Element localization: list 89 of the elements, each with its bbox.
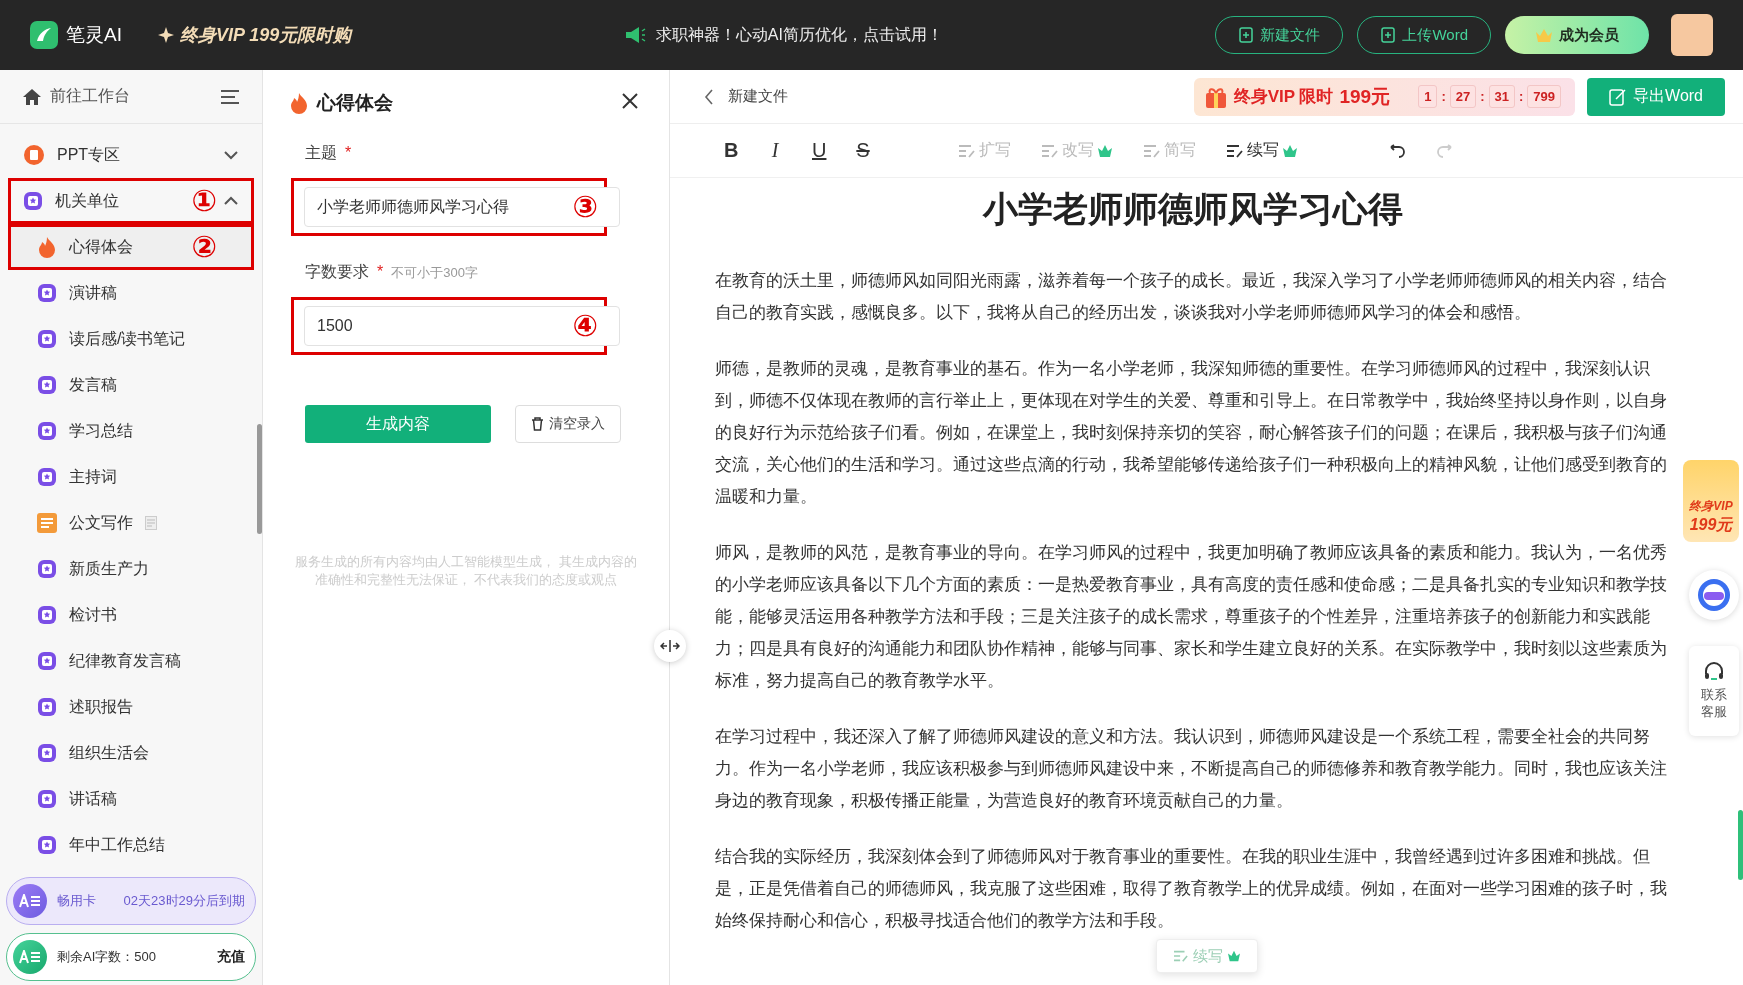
member-button[interactable]: 成为会员 bbox=[1505, 16, 1649, 54]
field-label: 主题 bbox=[305, 143, 337, 163]
slides-icon bbox=[23, 144, 45, 166]
sidebar-item[interactable]: 述职报告 bbox=[8, 684, 254, 730]
clear-button[interactable]: 清空录入 bbox=[515, 405, 621, 443]
format-button[interactable]: B bbox=[718, 135, 744, 166]
sidebar-item[interactable]: 组织生活会 bbox=[8, 730, 254, 776]
callout-number: ④ bbox=[572, 311, 598, 341]
vip-price: 199元 bbox=[1339, 84, 1391, 109]
paragraph: 师风，是教师的风范，是教育事业的导向。在学习师风的过程中，我更加明确了教师应该具备的素质和能力。我认为，一名优秀的小学老师应该具备以下几个方面的素质：一是热爱教育事业，具有高度的责任感和使命感；二是具备扎实的专业知识和教学技能，能够灵活运用各种教学方法和手段；三是关注孩子的成长需求，尊重孩子的个性差异，注重培养孩子的创新能力和实践能力；四是具有良好的沟通能力和团队协作精神，能够与同事、家长和学生建立良好的关系。在实际教学中，我时刻以这些素质为标准，努力提高自己的教育教学水平。 bbox=[715, 542, 1668, 692]
countdown-digit: 1 bbox=[1418, 85, 1438, 108]
megaphone-icon bbox=[623, 25, 646, 45]
pen-lines-icon bbox=[1143, 142, 1161, 159]
crown-icon bbox=[1226, 950, 1241, 962]
back-icon bbox=[704, 88, 714, 105]
document-icon bbox=[37, 513, 57, 533]
sidebar-item[interactable]: 学习总结 bbox=[8, 408, 254, 454]
sidebar-item[interactable]: 读后感/读书笔记 bbox=[8, 316, 254, 362]
sidebar-item[interactable]: 发言稿 bbox=[8, 362, 254, 408]
field-hint: 不可小于300字 bbox=[391, 264, 478, 282]
document-icon bbox=[145, 516, 157, 530]
format-button[interactable]: I bbox=[762, 135, 788, 166]
trash-icon bbox=[531, 417, 544, 431]
vip-banner[interactable]: 终身VIP 限时 199元 1 : 27 : 31 : 799 bbox=[1193, 77, 1576, 116]
paragraph: 在学习过程中，我还深入了解了师德师风建设的意义和方法。我认识到，师德师风建设是一个系统工程，需要全社会的共同努力。作为一名小学老师，我应该积极参与到师德师风建设中来，不断提高自己的师德修养和教育教学能力。同时，我也应该关注身边的教育现象，积极传播正能量，为营造良好的教育环境贡献自己的力量。 bbox=[715, 726, 1668, 812]
quota-icon bbox=[13, 940, 47, 974]
back-link[interactable]: 新建文件 bbox=[698, 86, 794, 107]
crown-icon bbox=[1535, 28, 1553, 42]
document-title: 小学老师师德师风学习心得 bbox=[981, 188, 1404, 230]
home-icon bbox=[22, 87, 42, 106]
scrollbar[interactable] bbox=[257, 424, 262, 534]
membership-card[interactable]: 畅用卡 02天23时29分后到期 bbox=[6, 877, 256, 925]
callout-number: ① bbox=[191, 186, 217, 216]
logo-text: 笔灵AI bbox=[66, 23, 122, 47]
export-icon bbox=[1609, 87, 1628, 106]
sidebar-item[interactable]: 演讲稿 bbox=[8, 270, 254, 316]
logo-icon bbox=[30, 21, 58, 49]
callout-number: ③ bbox=[572, 192, 598, 222]
sidebar-item[interactable]: 讲话稿 bbox=[8, 776, 254, 822]
sidebar-section[interactable]: 机关单位 ① bbox=[8, 178, 254, 224]
file-plus-icon bbox=[1238, 27, 1255, 43]
callout-number: ② bbox=[191, 232, 217, 262]
card-expiry: 02天23时29分后到期 bbox=[123, 892, 245, 910]
sidebar-item[interactable]: 公文写作 bbox=[8, 500, 254, 546]
pen-lines-icon bbox=[958, 142, 976, 159]
chevron-icon[interactable] bbox=[223, 196, 239, 206]
quota-text: 剩余AI字数：500 bbox=[57, 948, 156, 966]
sidebar-item[interactable]: 年中工作总结 bbox=[8, 822, 254, 868]
countdown-digit: 27 bbox=[1449, 85, 1477, 108]
paragraph: 师德，是教师的灵魂，是教育事业的基石。作为一名小学老师，我深知师德的重要性。在学习师德师风的过程中，我深刻认识到，师德不仅体现在教师的言行举止上，更体现在对学生的关爱、尊重和引导上。在日常教学中，我始终坚持以身作则，以自身的良好行为示范给孩子们看。例如，在课堂上，我时刻保持亲切的笑容，耐心解答孩子们的问题；在课后，我积极与孩子们沟通交流，关心他们的生活和学习。通过这些点滴的行动，我希望能够传递给孩子们一种积极向上的精神风貌，让他们感受到教育的温暖和力量。 bbox=[715, 358, 1668, 508]
sidebar-item[interactable]: 新质生产力 bbox=[8, 546, 254, 592]
countdown-digit: 31 bbox=[1488, 85, 1515, 108]
required-mark: * bbox=[345, 144, 352, 162]
support-button[interactable]: 联系客服 bbox=[1689, 646, 1739, 736]
countdown-separator: : bbox=[1480, 89, 1485, 104]
card-icon bbox=[13, 884, 47, 918]
sparkle-icon bbox=[157, 27, 174, 43]
paragraph: 在教育的沃土里，师德师风如同阳光雨露，滋养着每一个孩子的成长。最近，我深入学习了小学老师师德师风的相关内容，结合自己的教育实践，感慨良多。以下，我将从自己的经历出发，谈谈我对小学老师师德师风学习的体会和感悟。 bbox=[715, 270, 1668, 324]
panel-title: 心得体会 bbox=[317, 90, 393, 115]
paragraph: 结合我的实际经历，我深刻体会到了师德师风对于教育事业的重要性。在我的职业生涯中，我曾经遇到过许多困难和挑战。但是，正是凭借着自己的师德师风，我克服了这些困难，取得了教育教学上的优异成绩。例如，在面对一些学习困难的孩子时，我始终保持耐心和信心，积极寻找适合他们的教学方法和手段。 bbox=[715, 846, 1668, 932]
pen-lines-icon bbox=[1172, 949, 1189, 963]
pen-lines-icon bbox=[1041, 142, 1059, 159]
card-name: 畅用卡 bbox=[57, 892, 96, 910]
countdown-separator: : bbox=[1519, 89, 1524, 104]
menu-icon[interactable] bbox=[220, 88, 240, 105]
chevron-icon[interactable] bbox=[223, 150, 239, 160]
vip-text: 终身VIP 限时 bbox=[1233, 86, 1334, 108]
flame-icon bbox=[37, 236, 57, 258]
required-mark: * bbox=[377, 263, 384, 281]
pen-lines-icon bbox=[1226, 142, 1244, 159]
notice-text[interactable]: 求职神器！心动AI简历优化，点击试用！ bbox=[655, 24, 943, 46]
countdown-separator: : bbox=[1441, 89, 1446, 104]
file-plus-icon bbox=[1380, 27, 1397, 43]
home-link[interactable]: 前往工作台 bbox=[50, 86, 130, 107]
format-button[interactable]: U bbox=[806, 135, 832, 166]
flame-icon bbox=[289, 91, 309, 114]
scrollbar[interactable] bbox=[1738, 810, 1743, 880]
sidebar-item[interactable]: 主持词 bbox=[8, 454, 254, 500]
sidebar-section[interactable]: PPT专区 bbox=[8, 132, 254, 178]
resize-handle[interactable] bbox=[654, 630, 686, 662]
countdown-digit: 799 bbox=[1527, 85, 1562, 108]
sidebar-item[interactable]: 心得体会 ② bbox=[8, 224, 254, 270]
format-button[interactable]: S bbox=[850, 135, 876, 166]
tool-button[interactable]: 续写 bbox=[1220, 140, 1304, 161]
sidebar-item[interactable]: 纪律教育发言稿 bbox=[8, 638, 254, 684]
field-label: 字数要求 bbox=[305, 262, 369, 282]
promo-text[interactable]: 终身VIP 199元限时购 bbox=[179, 23, 352, 47]
sidebar-item[interactable]: 检讨书 bbox=[8, 592, 254, 638]
recharge-link[interactable]: 充值 bbox=[217, 948, 245, 966]
